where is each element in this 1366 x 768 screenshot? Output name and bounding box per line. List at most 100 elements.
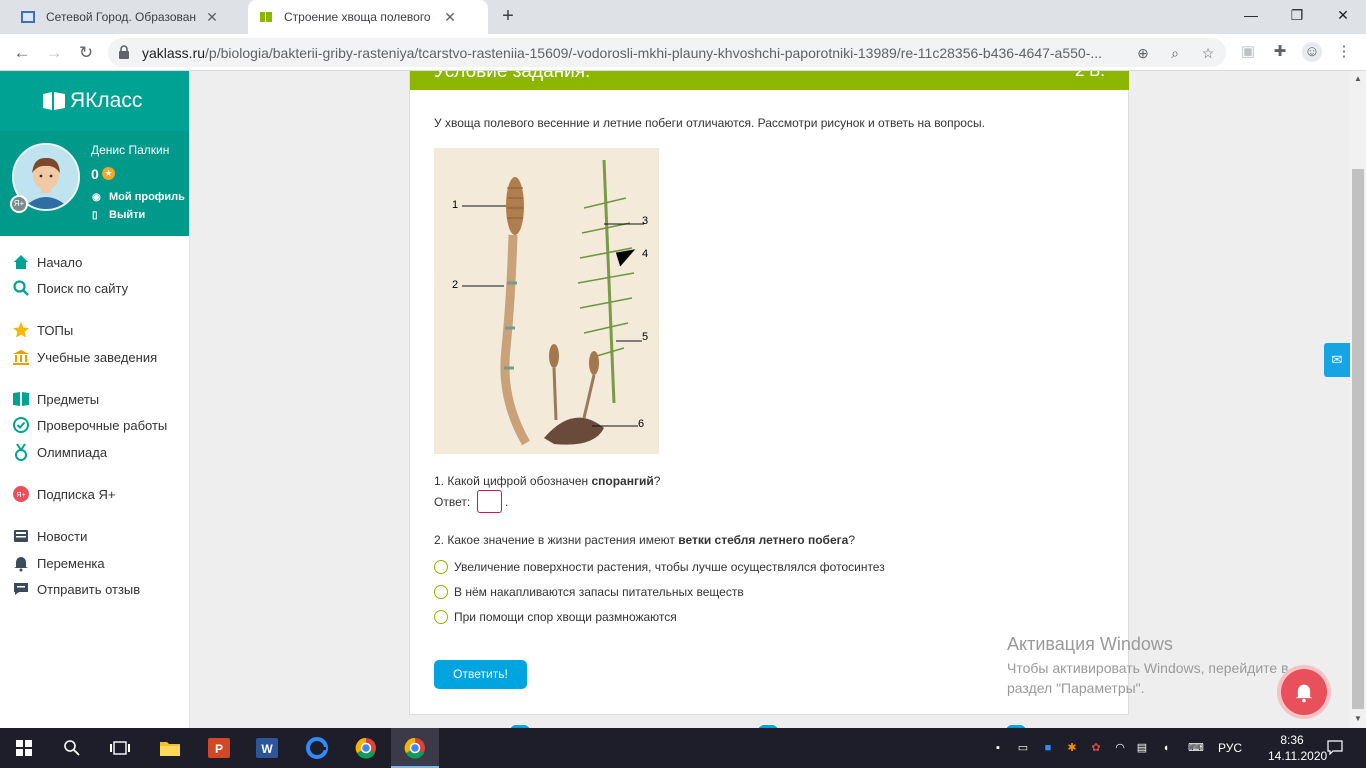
sidebar-item-subjects[interactable]: Предметы — [0, 386, 189, 412]
task-view-button[interactable] — [96, 728, 144, 768]
feedback-mail-tab[interactable]: ✉ — [1324, 343, 1350, 377]
task-score: 2 Б. — [1075, 71, 1105, 81]
sidebar-item-label: Подписка Я+ — [37, 486, 116, 502]
answer-input[interactable] — [477, 490, 502, 513]
tab-close-icon[interactable]: ✕ — [442, 9, 458, 26]
brand-header[interactable]: ЯКласс — [0, 71, 189, 131]
sidebar-item-break[interactable]: Переменка — [0, 550, 189, 576]
tray-tool-icon[interactable]: ✱ — [1064, 740, 1080, 756]
windows-taskbar: P W ▪ ▭ ■ ✱ ✿ ◠ ▤ ◖ ⌨ РУС 8:36 14.11.202… — [0, 728, 1366, 768]
radio-button[interactable] — [434, 585, 448, 599]
figure-label-5: 5 — [642, 331, 648, 343]
battery-icon[interactable]: ▭ — [1015, 740, 1031, 756]
book-icon — [13, 392, 29, 406]
site-favicon-icon — [21, 11, 35, 23]
taskbar-powerpoint[interactable]: P — [195, 728, 243, 768]
url-text: yaklass.ru/p/biologia/bakterii-griby-ras… — [142, 45, 1103, 61]
option-label: Увеличение поверхности растения, чтобы л… — [454, 560, 885, 574]
sidebar-item-subscription[interactable]: Я+ Подписка Я+ — [0, 481, 189, 507]
taskbar-word[interactable]: W — [243, 728, 291, 768]
windows-activation-text: Чтобы активировать Windows, перейдите в … — [1007, 660, 1289, 696]
bookmark-star-icon[interactable]: ☆ — [1199, 44, 1217, 62]
user-name[interactable]: Денис Палкин — [91, 143, 169, 157]
task-header: Условие задания: 2 Б. — [410, 71, 1129, 90]
keyboard-icon[interactable]: ⌨ — [1185, 740, 1207, 756]
sidebar-item-label: ТОПы — [37, 322, 74, 338]
browser-tab-bar: Сетевой Город. Образование. Д ✕ Строение… — [0, 0, 1366, 34]
restore-icon[interactable]: ❐ — [1274, 0, 1320, 30]
extension-icon[interactable]: ▣ — [1238, 42, 1258, 62]
forward-icon[interactable]: → — [41, 40, 67, 66]
profile-link[interactable]: ◉ Мой профиль — [92, 191, 185, 203]
yaklass-favicon-icon — [260, 12, 272, 22]
page-scrollbar[interactable]: ▲ ▼ — [1350, 71, 1366, 728]
puzzle-extensions-icon[interactable]: ✚ — [1270, 42, 1290, 62]
task-header-title: Условие задания: — [434, 71, 591, 82]
scroll-up-icon[interactable]: ▲ — [1350, 74, 1366, 83]
sidebar-item-search[interactable]: Поиск по сайту — [0, 275, 189, 301]
taskbar-clock[interactable]: 8:36 14.11.2020 — [1268, 732, 1327, 764]
tray-network-app-icon[interactable]: ✿ — [1088, 740, 1104, 756]
radio-button[interactable] — [434, 560, 448, 574]
minimize-icon[interactable]: — — [1228, 0, 1274, 30]
tray-app-icon[interactable]: ▪ — [990, 740, 1006, 756]
scrollbar-thumb[interactable] — [1352, 169, 1364, 709]
taskbar-search-button[interactable] — [48, 728, 96, 768]
points-star-icon: ★ — [102, 167, 115, 180]
wifi-icon[interactable]: ◠ — [1112, 740, 1128, 756]
start-button[interactable] — [0, 728, 48, 768]
close-window-icon[interactable]: ✕ — [1320, 0, 1366, 30]
sidebar-item-schools[interactable]: Учебные заведения — [0, 344, 189, 370]
taskbar-edge[interactable] — [293, 728, 341, 768]
sidebar-item-label: Поиск по сайту — [37, 280, 129, 296]
back-icon[interactable]: ← — [9, 40, 35, 66]
radio-button[interactable] — [434, 610, 448, 624]
input-language[interactable]: РУС — [1218, 741, 1242, 755]
address-bar[interactable]: yaklass.ru/p/biologia/bakterii-griby-ras… — [108, 38, 1226, 67]
sidebar-item-news[interactable]: Новости — [0, 523, 189, 549]
institution-icon — [13, 350, 29, 365]
sidebar-item-label: Переменка — [37, 555, 105, 571]
ya-plus-badge-icon: Я+ — [10, 195, 28, 213]
taskbar-chrome[interactable] — [342, 728, 390, 768]
scroll-down-icon[interactable]: ▼ — [1350, 714, 1366, 723]
taskbar-explorer[interactable] — [146, 728, 194, 768]
zoom-icon[interactable]: ⌕ — [1166, 44, 1184, 62]
sidebar-item-tops[interactable]: ТОПы — [0, 317, 189, 343]
answer-label: Ответ: — [434, 495, 471, 509]
check-circle-icon — [13, 417, 29, 433]
sidebar-item-home[interactable]: Начало — [0, 249, 189, 275]
reload-icon[interactable]: ↻ — [73, 40, 99, 66]
action-center-icon[interactable] — [1326, 739, 1344, 757]
tab-close-icon[interactable]: ✕ — [204, 9, 220, 26]
feedback-icon — [14, 583, 28, 595]
new-tab-button[interactable]: + — [496, 6, 520, 28]
sidebar-item-tests[interactable]: Проверочные работы — [0, 412, 189, 438]
logout-link[interactable]: ▯ Выйти — [92, 209, 145, 221]
option-1[interactable]: Увеличение поверхности растения, чтобы л… — [434, 559, 885, 575]
option-2[interactable]: В нём накапливаются запасы питательных в… — [434, 584, 744, 600]
submit-answer-button[interactable]: Ответить! — [434, 660, 527, 689]
sidebar: ЯКласс Я+ Денис Палкин 0 ★ ◉ Мой профиль … — [0, 71, 190, 728]
sidebar-item-olympiad[interactable]: Олимпиада — [0, 439, 189, 465]
mail-icon: ✉ — [1331, 352, 1343, 367]
notification-bell-button[interactable] — [1281, 669, 1327, 715]
tab-stroenie-hvosha[interactable]: Строение хвоща полевого — за ✕ — [248, 0, 488, 34]
edge-icon — [306, 737, 328, 759]
bell-icon — [1295, 684, 1313, 703]
sidebar-item-feedback[interactable]: Отправить отзыв — [0, 576, 189, 602]
tab-setevoy-gorod[interactable]: Сетевой Город. Образование. Д ✕ — [12, 0, 248, 34]
add-shortcut-icon[interactable]: ⊕ — [1134, 44, 1152, 62]
option-3[interactable]: При помощи спор хвощи размножаются — [434, 609, 677, 625]
sidebar-item-label: Новости — [37, 528, 88, 544]
user-circle-icon: ◉ — [92, 191, 101, 203]
menu-dots-icon[interactable]: ⋮ — [1334, 42, 1354, 62]
taskbar-chrome-active[interactable] — [391, 728, 439, 768]
medal-icon — [15, 443, 27, 461]
profile-icon[interactable]: ☺ — [1302, 42, 1322, 62]
zoom-app-icon[interactable]: ■ — [1040, 740, 1056, 756]
tray-display-icon[interactable]: ▤ — [1134, 740, 1150, 756]
volume-icon[interactable]: ◖ — [1158, 740, 1174, 756]
sidebar-item-label: Отправить отзыв — [37, 581, 141, 597]
windows-activation-title: Активация Windows — [1007, 634, 1173, 654]
